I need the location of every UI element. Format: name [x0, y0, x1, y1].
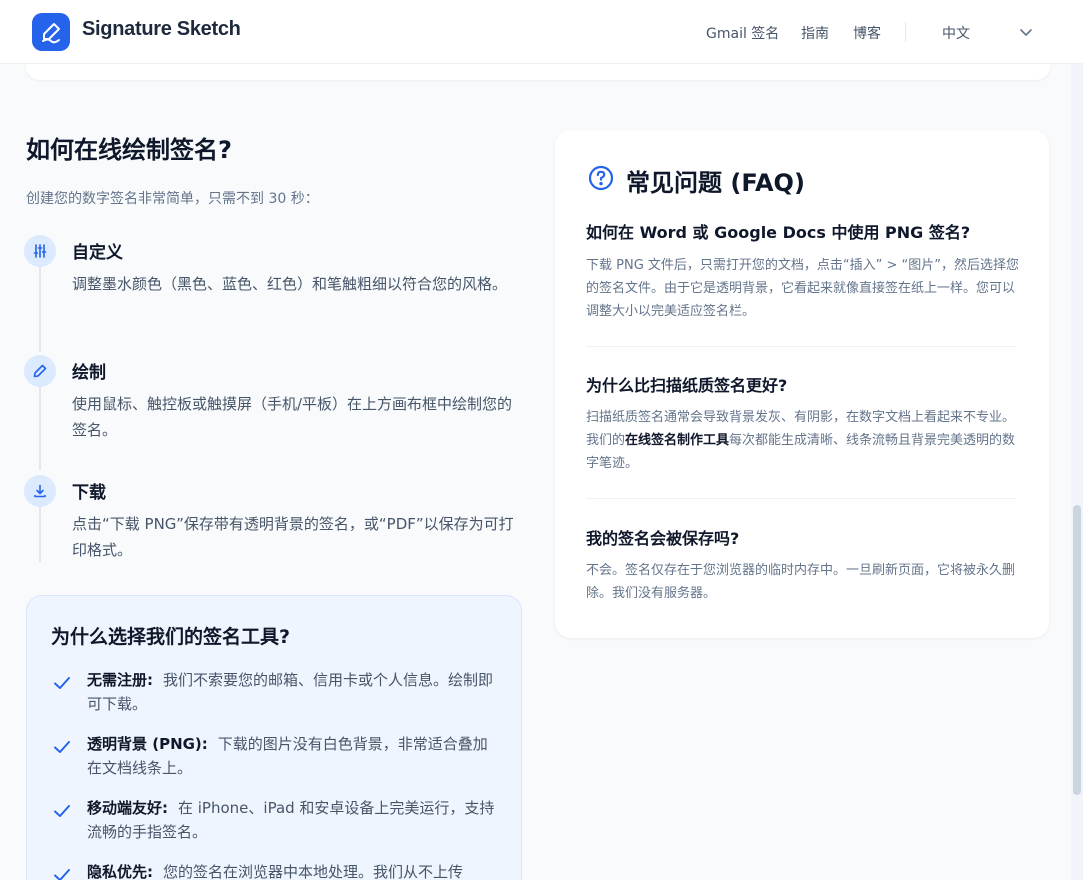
help-circle-icon	[588, 165, 614, 191]
faq-question: 我的签名会被保存吗?	[586, 529, 740, 548]
check-icon	[54, 805, 70, 817]
faq-divider	[586, 498, 1017, 499]
faq-answer: 不会。签名仅存在于您浏览器的临时内存中。一旦刷新页面，它将被永久删除。我们没有服…	[586, 563, 1016, 601]
download-icon	[24, 475, 56, 507]
language-select[interactable]: 中文	[942, 23, 970, 43]
faq-divider	[586, 346, 1017, 347]
brand-name[interactable]: Signature Sketch	[82, 18, 241, 41]
online-signature-tool-highlight: 在线签名制作工具	[625, 433, 730, 448]
timeline-line	[39, 264, 41, 352]
nav-blog[interactable]: 博客	[853, 23, 881, 43]
faq-card: 常见问题 (FAQ) 如何在 Word 或 Google Docs 中使用 PN…	[555, 130, 1049, 638]
why-item-text: 您的签名在浏览器中本地处理。我们从不上传	[163, 863, 464, 880]
step-title-download: 下载	[72, 483, 106, 503]
nav-gmail-signature[interactable]: Gmail 签名	[706, 23, 779, 43]
why-item-label: 移动端友好:	[87, 799, 168, 817]
check-icon	[54, 677, 70, 689]
step-title-draw: 绘制	[72, 363, 106, 383]
timeline-line	[39, 386, 41, 470]
faq-answer: 下载 PNG 文件后，只需打开您的文档，点击“插入” > “图片”，然后选择您的…	[586, 258, 1019, 319]
step-desc-draw: 使用鼠标、触控板或触摸屏（手机/平板）在上方画布框中绘制您的签名。	[72, 395, 513, 439]
faq-question: 如何在 Word 或 Google Docs 中使用 PNG 签名?	[586, 223, 971, 242]
nav-divider	[905, 22, 906, 42]
step-title-customize: 自定义	[72, 243, 123, 263]
chevron-down-icon[interactable]	[1018, 24, 1034, 40]
faq-answer: 扫描纸质签名通常会导致背景发灰、有阴影，在数字文档上看起来不专业。我们的在线签名…	[586, 410, 1016, 471]
step-desc-customize: 调整墨水颜色（黑色、蓝色、红色）和笔触粗细以符合您的风格。	[72, 275, 508, 293]
faq-question: 为什么比扫描纸质签名更好?	[586, 376, 788, 395]
why-item-label: 透明背景 (PNG):	[87, 735, 208, 753]
pencil-icon	[24, 355, 56, 387]
scrollbar-thumb[interactable]	[1073, 505, 1081, 795]
why-item-label: 无需注册:	[87, 671, 153, 689]
faq-title: 常见问题 (FAQ)	[626, 169, 805, 197]
site-header: Signature Sketch Gmail 签名 指南 博客 中文	[0, 0, 1083, 64]
why-title: 为什么选择我们的签名工具?	[51, 626, 291, 648]
timeline-line	[39, 506, 41, 562]
check-icon	[54, 869, 70, 880]
howto-intro: 创建您的数字签名非常简单，只需不到 30 秒：	[26, 191, 319, 207]
sliders-icon	[24, 235, 56, 267]
why-choose-card: 为什么选择我们的签名工具? 无需注册: 我们不索要您的邮箱、信用卡或个人信息。绘制…	[26, 595, 522, 880]
nav-guide[interactable]: 指南	[801, 23, 829, 43]
howto-title: 如何在线绘制签名?	[26, 136, 232, 164]
check-icon	[54, 741, 70, 753]
logo-pen-icon[interactable]	[32, 13, 70, 51]
step-desc-download: 点击“下载 PNG”保存带有透明背景的签名，或“PDF”以保存为可打印格式。	[72, 515, 514, 559]
why-item-label: 隐私优先:	[87, 863, 153, 880]
